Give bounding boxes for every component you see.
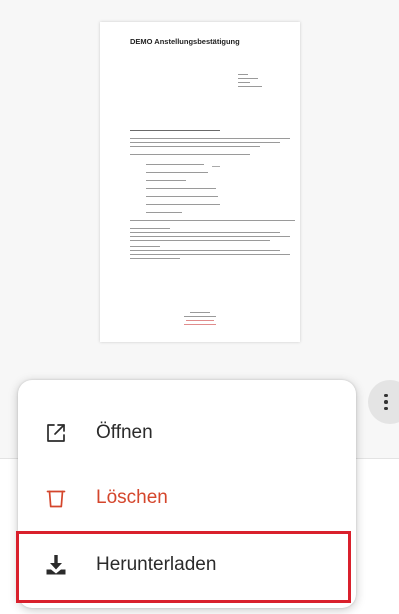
menu-item-download[interactable]: Herunterladen	[18, 535, 356, 595]
trash-icon	[44, 486, 68, 510]
file-context-menu: Öffnen Löschen Herunterladen	[18, 380, 356, 608]
document-preview[interactable]: DEMO Anstellungsbestätigung	[100, 22, 300, 342]
menu-item-delete[interactable]: Löschen	[18, 468, 356, 528]
open-external-icon	[44, 421, 68, 445]
document-title: DEMO Anstellungsbestätigung	[130, 37, 240, 46]
menu-item-open[interactable]: Öffnen	[18, 403, 356, 463]
menu-item-delete-label: Löschen	[96, 487, 168, 508]
more-vertical-icon	[384, 393, 388, 411]
page-side-marker	[212, 166, 220, 167]
menu-item-download-label: Herunterladen	[96, 554, 217, 575]
file-card-view: DEMO Anstellungsbestätigung Öffnen Lösch…	[0, 0, 399, 614]
download-icon	[44, 553, 68, 577]
menu-item-open-label: Öffnen	[96, 422, 153, 443]
